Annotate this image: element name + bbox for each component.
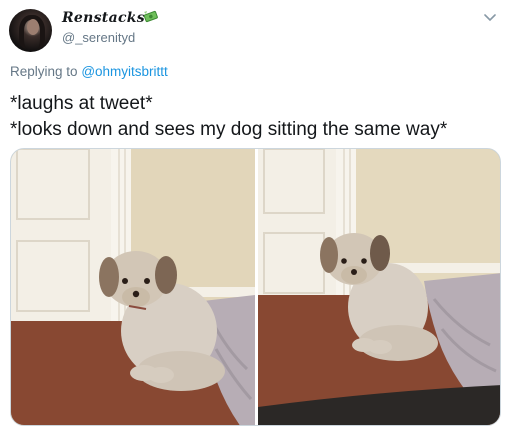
user-handle[interactable]: @_serenityd <box>62 30 135 45</box>
reply-prefix: Replying to <box>10 64 78 79</box>
money-with-wings-icon <box>143 10 158 23</box>
reply-mention-link[interactable]: @ohmyitsbrittt <box>81 64 167 79</box>
tweet-card: Renstacks @_serenityd Replying to @ohmyi… <box>0 0 510 436</box>
display-name[interactable]: Renstacks <box>62 10 145 26</box>
avatar[interactable] <box>9 9 52 52</box>
dog-photo-right[interactable] <box>258 149 500 425</box>
chevron-down-icon[interactable] <box>484 14 496 22</box>
tweet-text-line: *laughs at tweet* <box>10 93 153 114</box>
reply-context: Replying to @ohmyitsbrittt <box>10 64 168 79</box>
tweet-text-line: *looks down and sees my dog sitting the … <box>10 119 448 140</box>
dog-photo-left[interactable] <box>11 149 255 425</box>
tweet-media[interactable] <box>10 148 501 426</box>
